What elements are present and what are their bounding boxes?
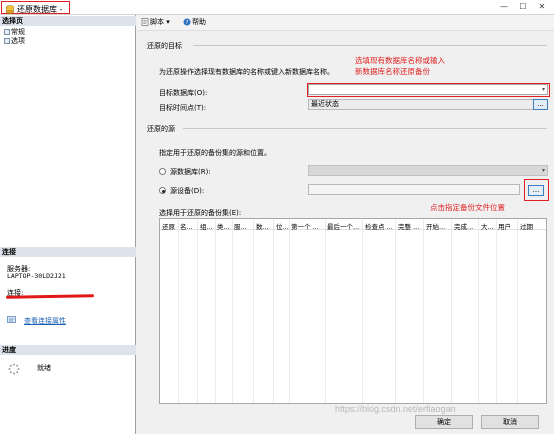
column-separator	[496, 219, 497, 403]
status-text: 就绪	[37, 364, 51, 372]
column-separator	[232, 219, 233, 403]
target-database-annotation-line1: 选填现有数据库名称或输入	[355, 56, 445, 65]
page-item-options[interactable]: 选项	[4, 37, 25, 45]
page-icon	[4, 38, 10, 44]
column-header[interactable]: 完整 ...	[398, 221, 422, 231]
column-header[interactable]: 大...	[481, 221, 495, 231]
cancel-button[interactable]: 取消	[481, 415, 539, 429]
restore-source-group-title: 还原的源	[147, 125, 175, 133]
connection-properties-icon	[7, 316, 16, 323]
source-device-label: 源设备(D):	[170, 187, 205, 195]
column-header[interactable]: 开始...	[426, 221, 446, 231]
column-header[interactable]: 名...	[180, 221, 194, 231]
column-separator	[289, 219, 290, 403]
source-database-combo[interactable]: ▾	[308, 165, 548, 176]
column-header[interactable]: 第一个 ...	[291, 221, 324, 231]
page-icon	[4, 29, 10, 35]
browse-annotation: 点击指定备份文件位置	[430, 203, 505, 212]
script-icon	[141, 18, 149, 26]
grid-header: 还原 名... 组... 类... 服... 数... 位... 第一个 ...…	[160, 219, 546, 231]
script-button[interactable]: 脚本 ▾	[141, 18, 170, 27]
backup-sets-label: 选择用于还原的备份集(E):	[159, 209, 242, 217]
column-header[interactable]: 完成...	[454, 221, 474, 231]
column-header[interactable]: 用户	[498, 221, 514, 231]
page-item-general[interactable]: 常规	[4, 28, 25, 36]
main-panel: 还原的目标 为还原操作选择现有数据库的名称或键入新数据库名称。 目标数据库(O)…	[137, 32, 554, 406]
column-header[interactable]: 服...	[234, 221, 248, 231]
restore-source-description: 指定用于还原的备份集的源和位置。	[159, 149, 271, 157]
column-separator	[273, 219, 274, 403]
chevron-down-icon: ▾	[541, 167, 545, 174]
column-separator	[215, 219, 216, 403]
group-divider	[193, 45, 547, 46]
column-header[interactable]: 过期	[520, 221, 536, 231]
target-database-highlight	[307, 83, 550, 97]
column-header[interactable]: 类...	[217, 221, 231, 231]
column-separator	[178, 219, 179, 403]
source-database-label: 源数据库(R):	[170, 168, 211, 176]
column-separator	[395, 219, 396, 403]
close-button[interactable]: ✕	[536, 1, 548, 13]
watermark: https://blog.csdn.net/erfiaogan	[335, 404, 456, 414]
title-bar: 还原数据库 - — ☐ ✕	[0, 0, 554, 15]
page-item-label: 常规	[11, 28, 25, 36]
column-header[interactable]: 检查点 ...	[365, 221, 393, 231]
group-divider	[183, 128, 547, 129]
column-separator	[423, 219, 424, 403]
toolbar: 脚本 ▾ ? 帮助	[137, 15, 554, 31]
browse-button-highlight	[524, 179, 549, 201]
connection-header: 连接	[0, 247, 136, 257]
column-separator	[325, 219, 326, 403]
ok-button[interactable]: 确定	[415, 415, 473, 429]
database-icon	[6, 5, 14, 14]
source-device-field[interactable]	[308, 184, 520, 195]
help-label: 帮助	[192, 18, 206, 26]
column-header[interactable]: 还原	[162, 221, 176, 231]
progress-spinner-icon	[8, 363, 20, 375]
server-value: LAPTOP-30LD2J21	[7, 272, 66, 280]
select-page-header: 选择页	[0, 16, 136, 26]
column-separator	[517, 219, 518, 403]
help-icon: ?	[183, 18, 191, 26]
target-database-label: 目标数据库(O):	[159, 89, 208, 97]
restore-target-description: 为还原操作选择现有数据库的名称或键入新数据库名称。	[159, 68, 334, 76]
script-label: 脚本	[150, 18, 164, 26]
restore-target-group-title: 还原的目标	[147, 42, 182, 50]
maximize-button[interactable]: ☐	[517, 1, 529, 13]
chevron-down-icon: ▾	[164, 18, 170, 26]
column-header[interactable]: 组...	[200, 221, 214, 231]
title-highlight: 还原数据库 -	[1, 1, 70, 14]
svg-text:?: ?	[186, 20, 189, 26]
column-separator	[451, 219, 452, 403]
source-device-radio[interactable]	[159, 187, 166, 194]
column-header[interactable]: 数...	[256, 221, 270, 231]
point-in-time-label: 目标时间点(T):	[159, 104, 207, 112]
column-header[interactable]: 位...	[276, 221, 290, 231]
column-separator	[478, 219, 479, 403]
progress-header: 进度	[0, 345, 136, 355]
window-title: 还原数据库 -	[17, 5, 63, 14]
left-pane	[0, 15, 136, 434]
column-separator	[253, 219, 254, 403]
page-item-label: 选项	[11, 37, 25, 45]
point-in-time-browse-button[interactable]: ...	[533, 99, 548, 110]
target-database-annotation-line2: 新数据库名称还原备份	[355, 67, 430, 76]
column-header[interactable]: 最后一个...	[327, 221, 360, 231]
help-button[interactable]: ? 帮助	[183, 18, 206, 27]
minimize-button[interactable]: —	[498, 1, 510, 13]
backup-sets-grid[interactable]: 还原 名... 组... 类... 服... 数... 位... 第一个 ...…	[159, 218, 547, 404]
column-separator	[362, 219, 363, 403]
column-separator	[197, 219, 198, 403]
source-database-radio[interactable]	[159, 168, 166, 175]
view-connection-properties-link[interactable]: 查看连接属性	[24, 316, 66, 326]
point-in-time-field: 最近状态	[308, 99, 548, 110]
